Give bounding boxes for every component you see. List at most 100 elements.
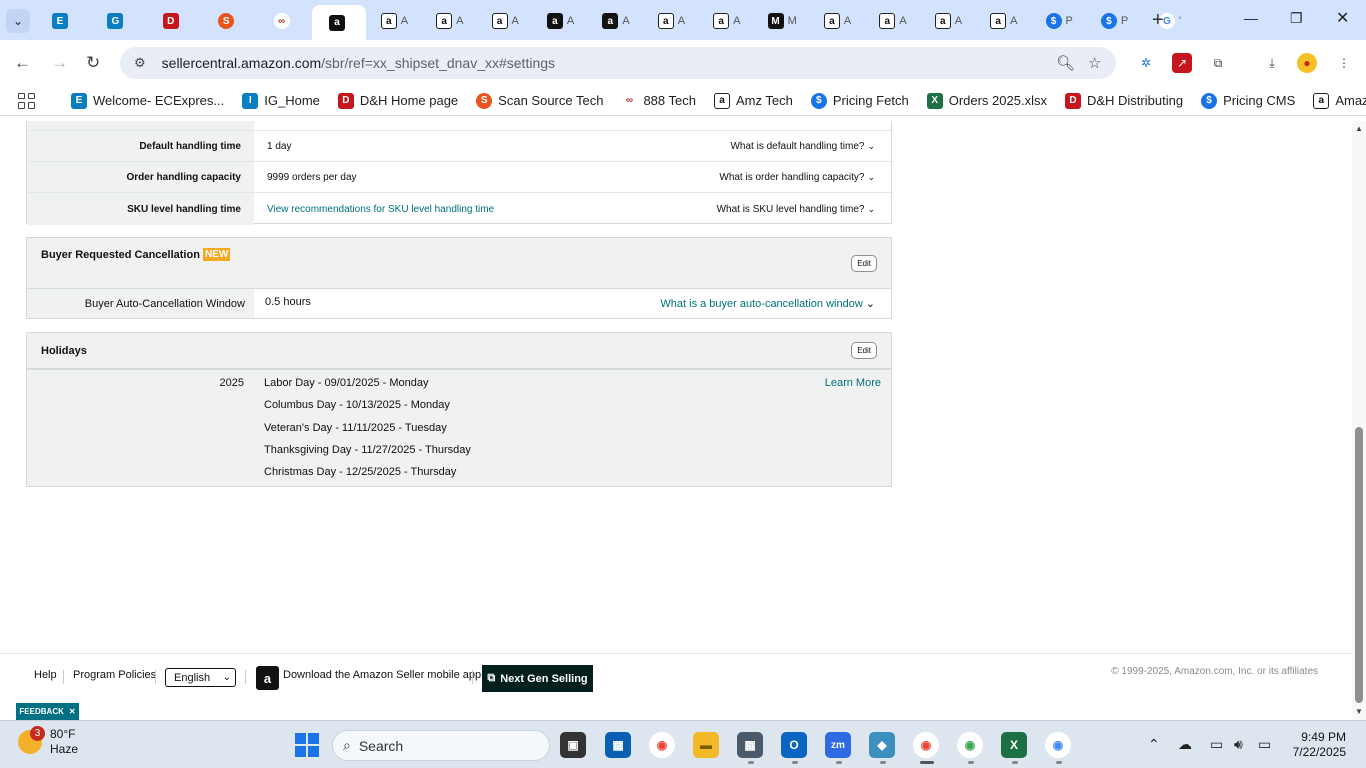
address-bar[interactable]: ⚙ sellercentral.amazon.com/sbr/ref=xx_sh…: [120, 47, 1116, 79]
scrollbar-thumb[interactable]: [1355, 427, 1363, 703]
close-window-button[interactable]: ✕: [1336, 8, 1349, 28]
bookmark-label: Amazon: [1335, 93, 1366, 108]
bookmark-item[interactable]: D D&H Home page: [337, 92, 458, 109]
battery-icon[interactable]: ▭: [1258, 736, 1271, 753]
handling-help-toggle[interactable]: What is order handling capacity? ⌄: [719, 162, 891, 192]
scroll-down-icon[interactable]: ▼: [1355, 707, 1363, 716]
site-info-icon[interactable]: ⚙: [134, 55, 146, 71]
language-value: English: [174, 671, 211, 684]
apps-grid-icon[interactable]: [18, 92, 35, 109]
browser-tab[interactable]: D: [146, 7, 200, 35]
store-icon[interactable]: ▦: [605, 732, 631, 758]
chevron-down-icon: ⌄: [12, 14, 24, 28]
cloud-sync-icon[interactable]: ☁: [1178, 736, 1192, 753]
tab-search-button[interactable]: ⌄: [6, 9, 30, 33]
zoom-icon[interactable]: 🔍︎: [1056, 54, 1075, 72]
bookmark-item[interactable]: $ Pricing CMS: [1201, 92, 1295, 109]
program-policies-link[interactable]: Program Policies: [73, 669, 156, 681]
browser-tab[interactable]: aA: [478, 7, 532, 35]
browser-tab[interactable]: aA: [866, 7, 920, 35]
display-icon[interactable]: ▭: [1210, 736, 1223, 753]
sku-recommendations-link[interactable]: View recommendations for SKU level handl…: [254, 193, 717, 225]
chrome-profile-icon[interactable]: ◉: [913, 732, 939, 758]
app-diamond-icon[interactable]: ◆: [869, 732, 895, 758]
browser-tab[interactable]: aA: [811, 7, 865, 35]
chrome-profile-2-icon[interactable]: ◉: [957, 732, 983, 758]
browser-tab[interactable]: aA: [367, 7, 421, 35]
browser-tab[interactable]: aA: [700, 7, 754, 35]
restore-button[interactable]: ❐: [1290, 10, 1303, 27]
browser-tab[interactable]: aA: [644, 7, 698, 35]
handling-settings-card: Default handling time 1 day What is defaul…: [26, 121, 892, 225]
browser-tab[interactable]: ∞: [257, 7, 311, 35]
page-scrollbar[interactable]: ▲ ▼: [1352, 121, 1366, 720]
browser-tab[interactable]: a: [312, 5, 366, 40]
reload-button[interactable]: ↻: [86, 53, 100, 73]
calculator-icon[interactable]: ▦: [737, 732, 763, 758]
close-icon[interactable]: ✕: [69, 707, 76, 716]
bookmark-item[interactable]: a Amazon: [1313, 92, 1366, 109]
handling-value: 9999 orders per day: [267, 171, 357, 183]
bookmark-item[interactable]: E Welcome- ECExpres...: [71, 92, 224, 109]
browser-tab[interactable]: G: [90, 7, 144, 35]
taskbar-search[interactable]: ⌕ Search: [332, 730, 550, 761]
dh-favicon-icon: D: [1064, 92, 1081, 109]
browser-tab[interactable]: aA: [589, 7, 643, 35]
next-gen-selling-button[interactable]: ⧉ Next Gen Selling: [482, 665, 593, 692]
chevron-down-icon: ⌄: [867, 140, 875, 151]
zoom-app-icon[interactable]: zm: [825, 732, 851, 758]
forward-button[interactable]: →: [51, 53, 68, 73]
browser-tab[interactable]: aA: [534, 7, 588, 35]
bookmark-label: Scan Source Tech: [498, 93, 604, 108]
outlook-icon[interactable]: O: [781, 732, 807, 758]
profile-avatar[interactable]: ●: [1297, 53, 1317, 73]
learn-more-link[interactable]: Learn More: [825, 377, 881, 389]
bookmark-item[interactable]: ∞ 888 Tech: [621, 92, 696, 109]
volume-icon[interactable]: 🔊︎: [1234, 736, 1243, 753]
minimize-button[interactable]: —: [1244, 10, 1258, 26]
extensions-puzzle-icon[interactable]: ⧉: [1208, 53, 1228, 73]
browser-tab[interactable]: MM: [755, 7, 809, 35]
handling-help-toggle[interactable]: What is default handling time? ⌄: [730, 131, 891, 161]
pdf-extension-icon[interactable]: ↗: [1172, 53, 1192, 73]
start-button[interactable]: [295, 733, 319, 757]
bookmark-item[interactable]: $ Pricing Fetch: [810, 92, 909, 109]
file-explorer-icon[interactable]: ▬: [693, 732, 719, 758]
menu-icon[interactable]: ⋮: [1334, 53, 1354, 73]
browser-tab[interactable]: aA: [423, 7, 477, 35]
scroll-up-icon[interactable]: ▲: [1355, 124, 1363, 133]
browser-tab[interactable]: $ P: [1032, 7, 1086, 35]
help-link[interactable]: Help: [34, 669, 57, 681]
chrome-icon[interactable]: ◉: [649, 732, 675, 758]
excel-icon[interactable]: X: [1001, 732, 1027, 758]
system-clock[interactable]: 9:49 PM 7/22/2025: [1288, 730, 1346, 760]
show-hidden-icons[interactable]: ⌃: [1148, 736, 1160, 753]
holidays-edit-button[interactable]: Edit: [851, 342, 877, 359]
chrome-profile-3-icon[interactable]: ◉: [1045, 732, 1071, 758]
auto-cancel-help-link[interactable]: What is a buyer auto-cancellation window…: [660, 289, 891, 318]
language-select[interactable]: English ⌄: [165, 668, 236, 687]
bookmark-item[interactable]: S Scan Source Tech: [476, 92, 604, 109]
download-app-link[interactable]: Download the Amazon Seller mobile app: [283, 669, 481, 681]
browser-tab[interactable]: aA: [921, 7, 975, 35]
bookmark-item[interactable]: X Orders 2025.xlsx: [926, 92, 1047, 109]
extension-icon[interactable]: ✲: [1136, 53, 1156, 73]
bookmark-item[interactable]: a Amz Tech: [713, 92, 793, 109]
weather-widget[interactable]: 3 80°F Haze: [18, 726, 78, 757]
back-button[interactable]: ←: [14, 53, 31, 73]
cancellation-edit-button[interactable]: Edit: [851, 254, 877, 272]
dh-favicon-icon: D: [162, 13, 179, 29]
bookmark-item[interactable]: D D&H Distributing: [1064, 92, 1183, 109]
task-view-icon[interactable]: ▣: [560, 732, 586, 758]
bookmark-item[interactable]: I IG_Home: [242, 92, 320, 109]
new-tab-button[interactable]: +: [1152, 9, 1164, 32]
browser-tab[interactable]: S: [201, 7, 255, 35]
handling-help-toggle[interactable]: What is SKU level handling time? ⌄: [717, 193, 891, 225]
browser-tab[interactable]: E: [35, 7, 89, 35]
feedback-button[interactable]: FEEDBACK ✕: [16, 703, 79, 720]
browser-tab[interactable]: $ P: [1088, 7, 1142, 35]
bookmark-star-icon[interactable]: ☆: [1088, 54, 1101, 72]
amazon-app-icon[interactable]: a: [256, 666, 279, 690]
download-icon[interactable]: ⤓: [1262, 53, 1282, 73]
browser-tab[interactable]: aA: [977, 7, 1031, 35]
